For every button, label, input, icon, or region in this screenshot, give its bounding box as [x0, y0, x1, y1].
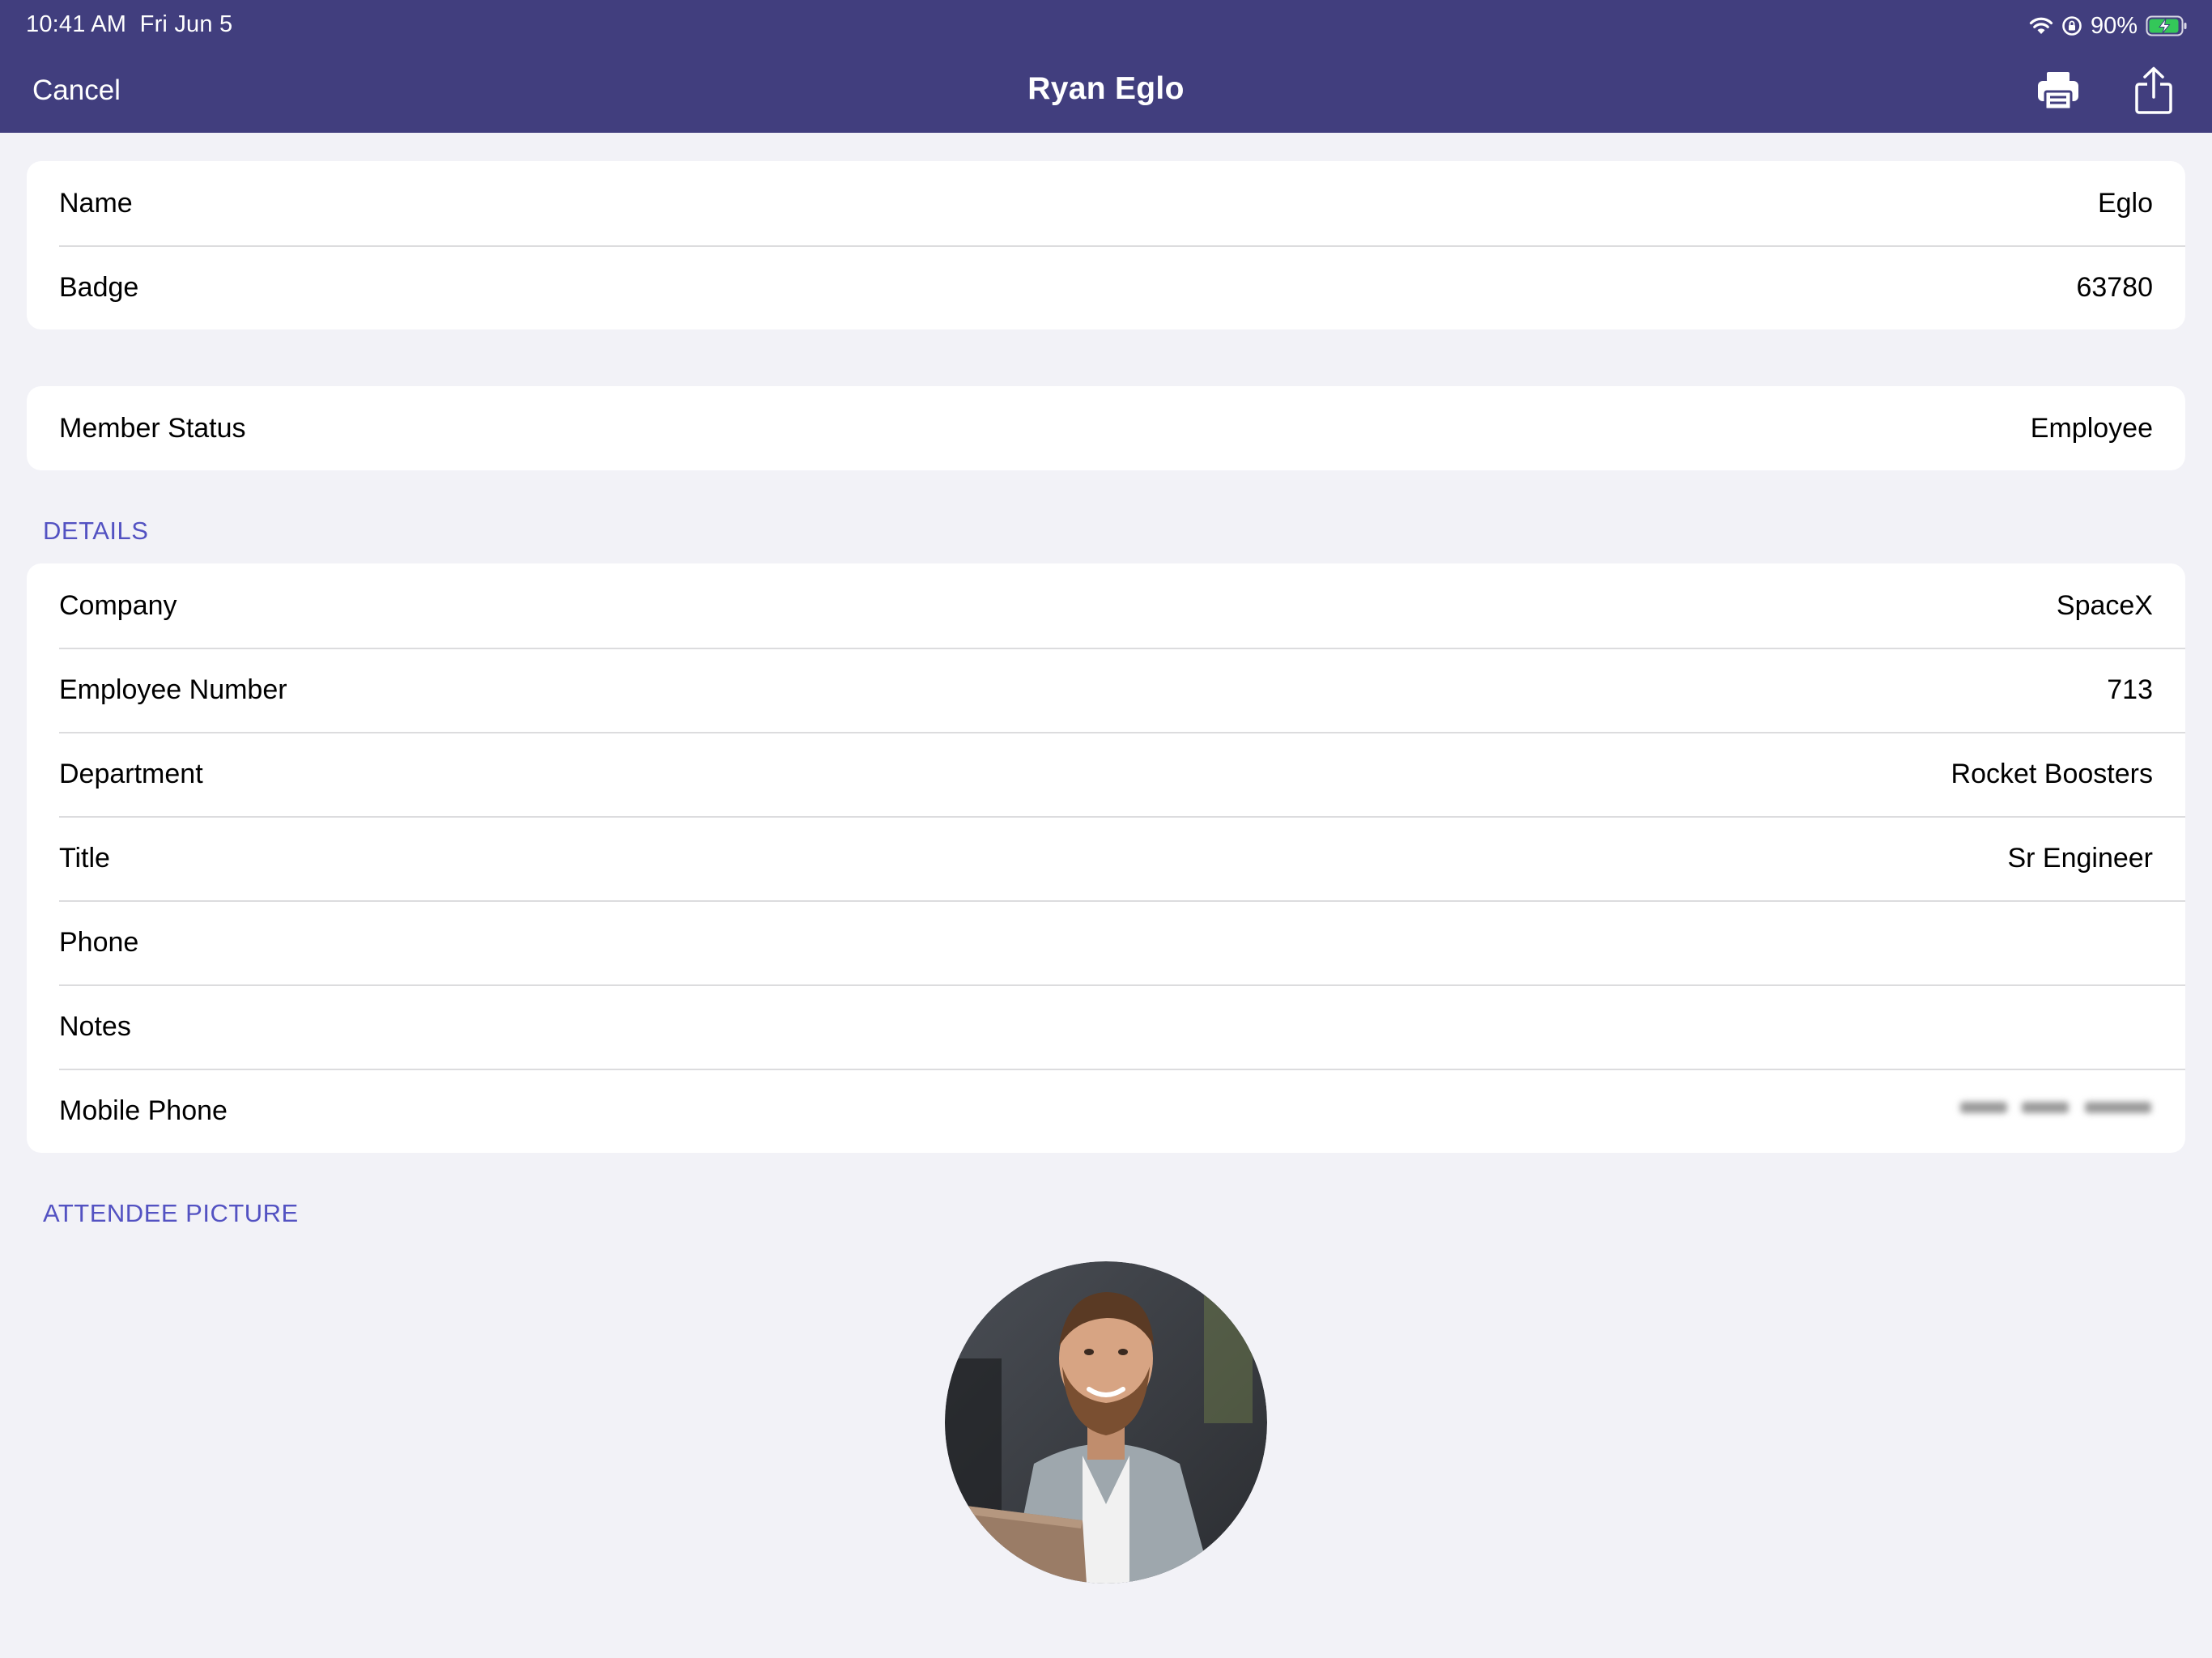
- print-button[interactable]: [2034, 66, 2082, 118]
- company-value: SpaceX: [2056, 589, 2153, 621]
- notes-row[interactable]: Notes: [27, 984, 2185, 1069]
- rotation-lock-icon: [2061, 15, 2082, 36]
- identity-card: Name Eglo Badge 63780: [27, 161, 2185, 329]
- company-row[interactable]: Company SpaceX: [27, 563, 2185, 648]
- status-bar-time: 10:41 AM Fri Jun 5: [26, 11, 232, 38]
- mobile-phone-value-redacted: [1959, 1095, 2153, 1127]
- employee-number-label: Employee Number: [59, 674, 287, 705]
- status-bar-right: 90%: [2029, 11, 2188, 40]
- employee-number-row[interactable]: Employee Number 713: [27, 648, 2185, 732]
- details-section-header: DETAILS: [43, 517, 149, 545]
- member-status-label: Member Status: [59, 412, 246, 444]
- company-label: Company: [59, 589, 177, 621]
- name-row[interactable]: Name Eglo: [27, 161, 2185, 245]
- title-value: Sr Engineer: [2007, 842, 2153, 874]
- name-label: Name: [59, 187, 133, 219]
- title-label: Title: [59, 842, 110, 874]
- department-row[interactable]: Department Rocket Boosters: [27, 732, 2185, 816]
- battery-charging-icon: [2146, 15, 2188, 36]
- membership-card: Member Status Employee: [27, 386, 2185, 470]
- phone-row[interactable]: Phone: [27, 900, 2185, 984]
- status-date-text: Fri Jun 5: [139, 11, 233, 37]
- badge-label: Badge: [59, 271, 139, 303]
- details-card: Company SpaceX Employee Number 713 Depar…: [27, 563, 2185, 1153]
- wifi-icon: [2029, 16, 2053, 36]
- page-title: Ryan Eglo: [1027, 71, 1185, 106]
- badge-row[interactable]: Badge 63780: [27, 245, 2185, 329]
- member-status-value: Employee: [2030, 412, 2153, 444]
- share-icon: [2134, 66, 2173, 119]
- printer-icon: [2036, 70, 2080, 115]
- mobile-phone-label: Mobile Phone: [59, 1095, 228, 1126]
- badge-value: 63780: [2076, 271, 2153, 303]
- navigation-bar: 10:41 AM Fri Jun 5 90% Cancel Ryan Eglo: [0, 0, 2212, 133]
- attendee-photo[interactable]: [945, 1261, 1267, 1584]
- name-value: Eglo: [2097, 187, 2153, 219]
- phone-label: Phone: [59, 926, 139, 958]
- mobile-phone-row[interactable]: Mobile Phone: [27, 1069, 2185, 1153]
- attendee-picture-section-header: ATTENDEE PICTURE: [43, 1199, 299, 1227]
- member-status-row[interactable]: Member Status Employee: [27, 386, 2185, 470]
- status-time-text: 10:41 AM: [26, 11, 127, 37]
- department-label: Department: [59, 758, 203, 789]
- department-value: Rocket Boosters: [1950, 758, 2153, 789]
- share-button[interactable]: [2129, 66, 2178, 118]
- notes-label: Notes: [59, 1010, 131, 1042]
- battery-percent: 90%: [2090, 12, 2138, 39]
- employee-number-value: 713: [2107, 674, 2153, 705]
- title-row[interactable]: Title Sr Engineer: [27, 816, 2185, 900]
